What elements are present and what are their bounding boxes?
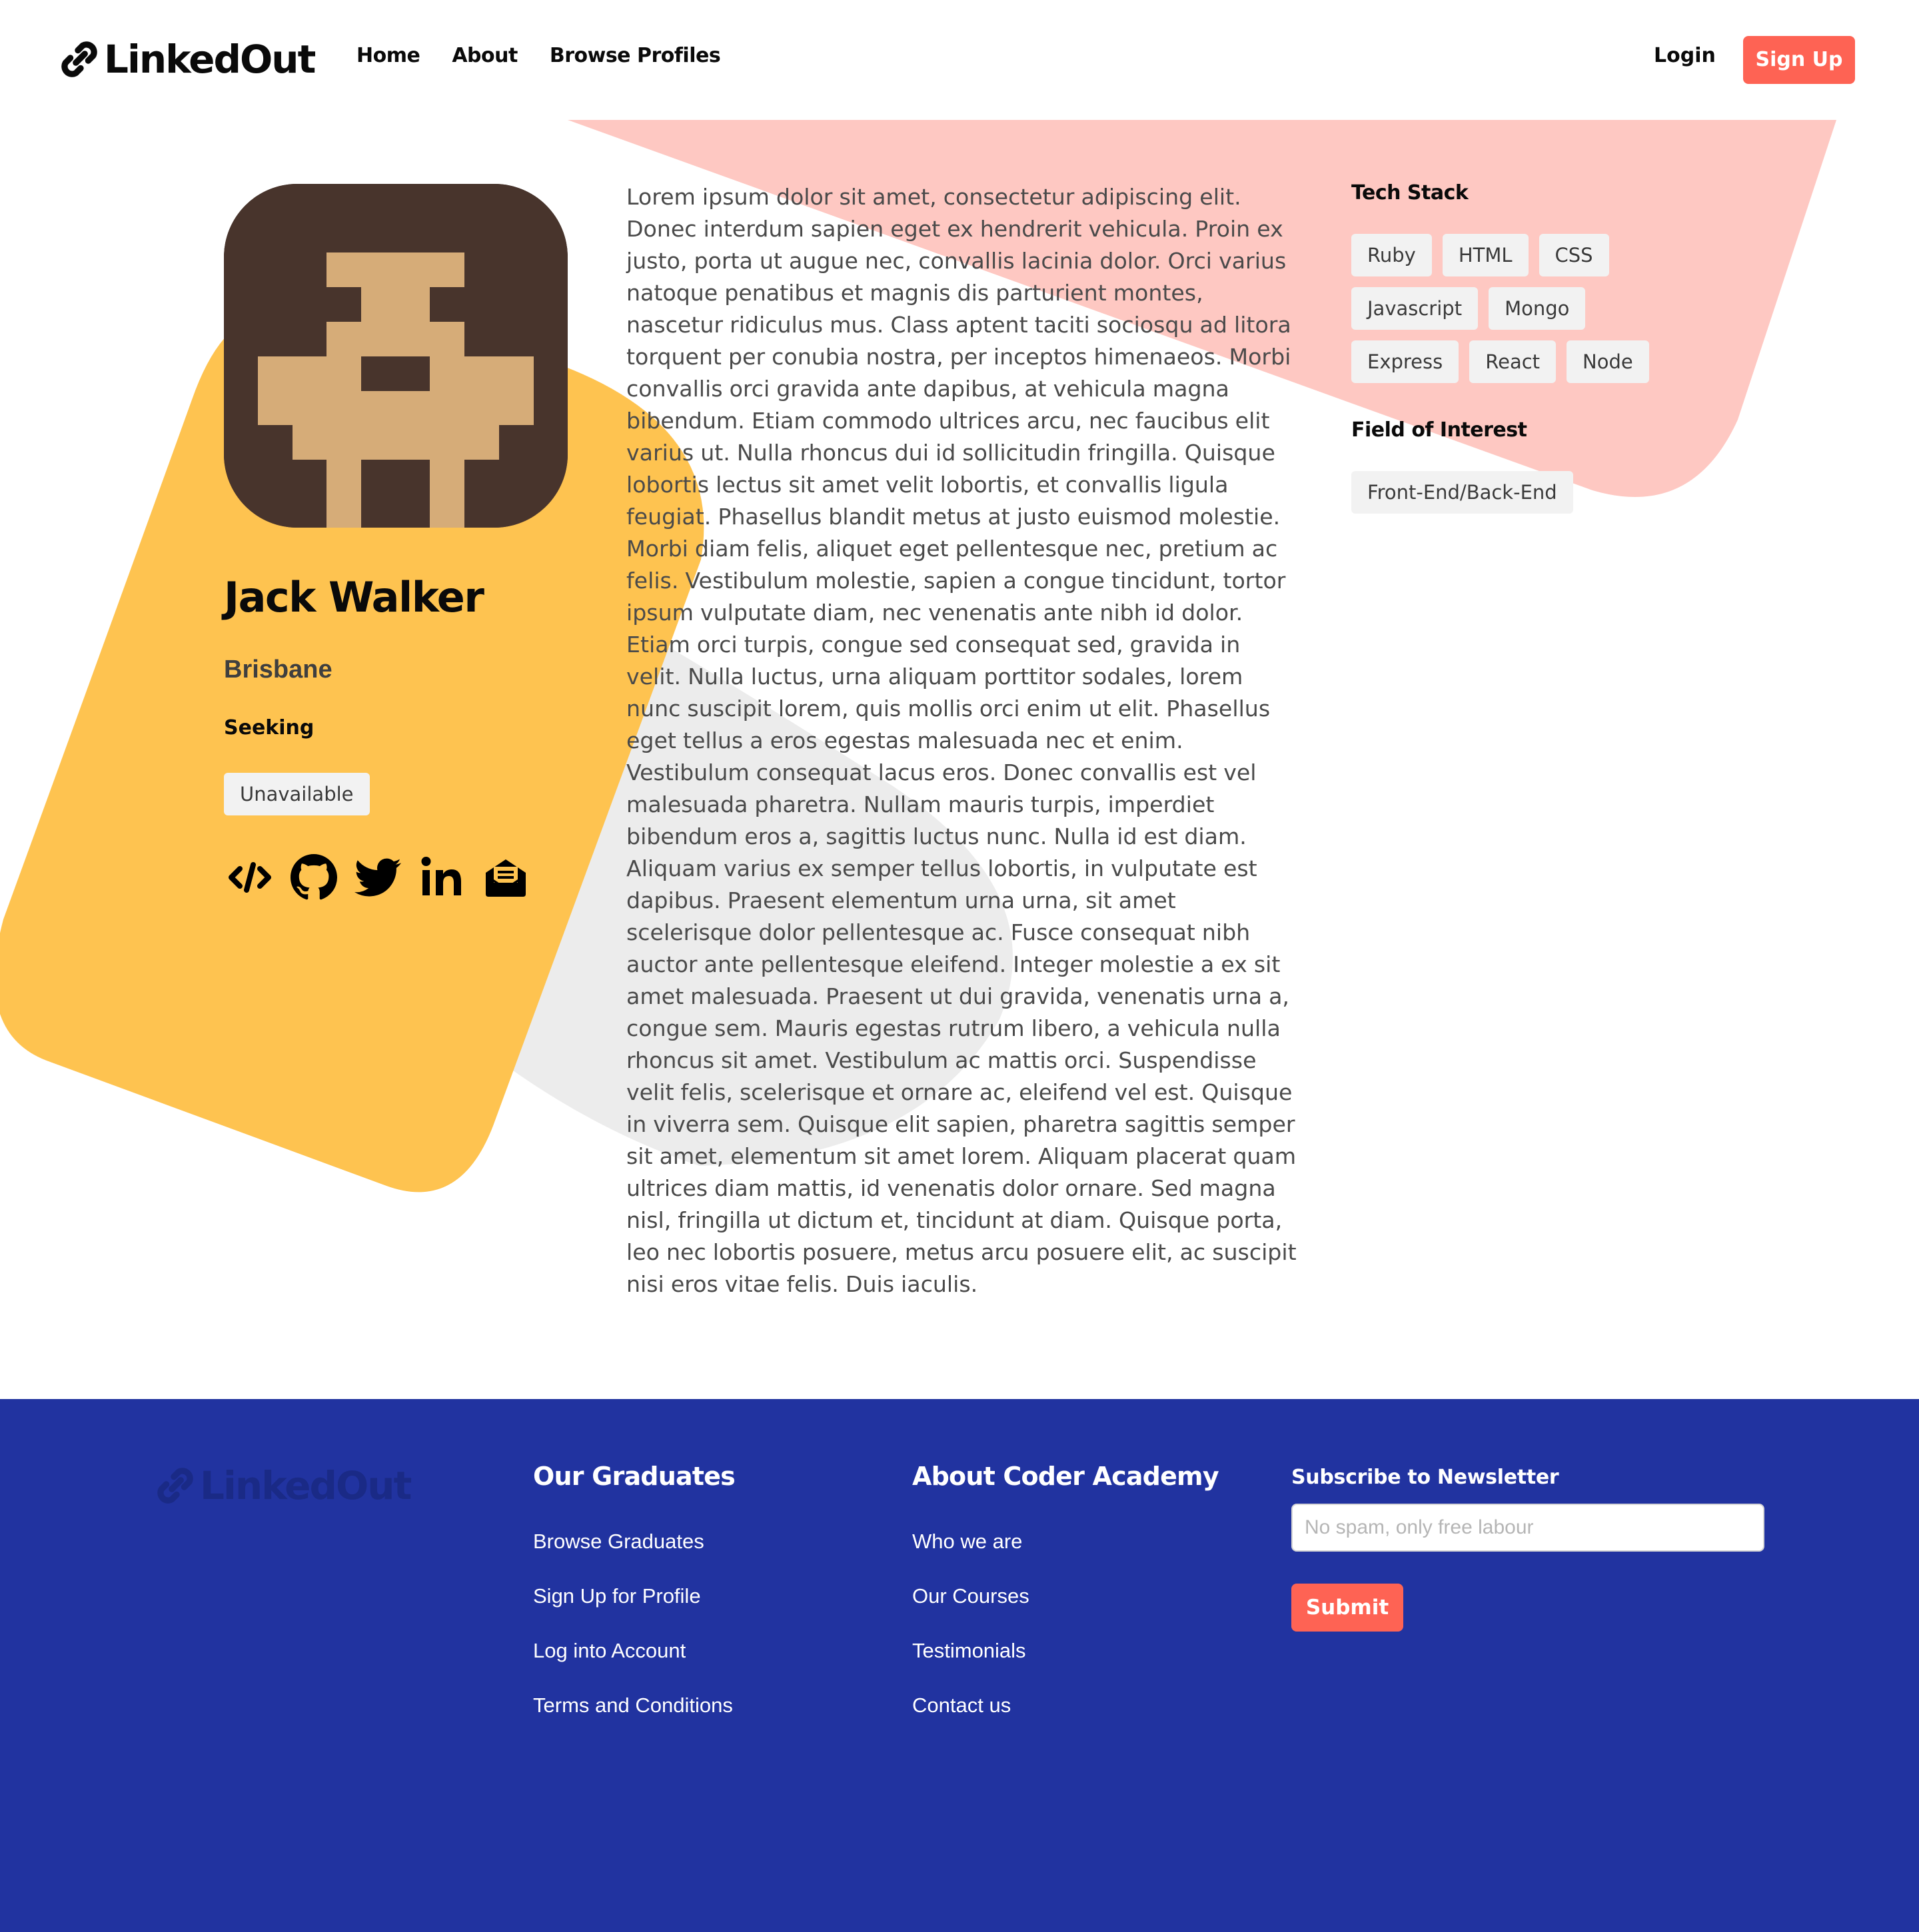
- newsletter-heading: Subscribe to Newsletter: [1291, 1466, 1559, 1489]
- nav-link-browse-profiles[interactable]: Browse Profiles: [550, 44, 721, 67]
- footer-link-who-we-are[interactable]: Who we are: [912, 1530, 1219, 1584]
- availability-status-badge: Unavailable: [224, 773, 370, 815]
- twitter-icon: [354, 858, 401, 897]
- linkedin-link[interactable]: [418, 854, 465, 901]
- tech-stack-heading: Tech Stack: [1351, 181, 1469, 205]
- signup-button[interactable]: Sign Up: [1743, 36, 1855, 84]
- email-link[interactable]: [482, 854, 529, 901]
- tech-tag: React: [1469, 340, 1557, 383]
- footer-link-contact-us[interactable]: Contact us: [912, 1693, 1219, 1748]
- profile-name: Jack Walker: [224, 573, 484, 622]
- tech-tag: Node: [1567, 340, 1649, 383]
- field-of-interest-section: Field of Interest Front-End/Back-End: [1351, 418, 1698, 514]
- footer-link-testimonials[interactable]: Testimonials: [912, 1639, 1219, 1693]
- login-link[interactable]: Login: [1654, 44, 1716, 67]
- footer-about-column: About Coder Academy Who we are Our Cours…: [912, 1462, 1219, 1748]
- brand-logo-link[interactable]: LinkedOut: [57, 33, 316, 85]
- tech-tag: Express: [1351, 340, 1459, 383]
- nav-link-home[interactable]: Home: [356, 44, 420, 67]
- profile-location: Brisbane: [224, 656, 332, 684]
- profile-avatar: [224, 184, 568, 528]
- footer-link-sign-up-profile[interactable]: Sign Up for Profile: [533, 1584, 735, 1639]
- github-icon: [291, 854, 337, 900]
- tech-tag: Mongo: [1489, 287, 1586, 330]
- top-navbar: LinkedOut Home About Browse Profiles Log…: [0, 0, 1919, 120]
- nav-link-about[interactable]: About: [452, 44, 518, 67]
- newsletter-form: Subscribe to Newsletter Submit: [1291, 1466, 1764, 1632]
- tech-stack-tags: Ruby HTML CSS Javascript Mongo Express R…: [1351, 234, 1698, 383]
- footer-link-browse-graduates[interactable]: Browse Graduates: [533, 1530, 735, 1584]
- footer-link-terms[interactable]: Terms and Conditions: [533, 1693, 735, 1748]
- footer-about-heading: About Coder Academy: [912, 1462, 1219, 1491]
- portfolio-link[interactable]: [227, 854, 273, 901]
- main-nav: Home About Browse Profiles: [356, 44, 721, 67]
- newsletter-submit-button[interactable]: Submit: [1291, 1584, 1403, 1632]
- site-footer: LinkedOut Our Graduates Browse Graduates…: [0, 1399, 1919, 1932]
- footer-graduates-heading: Our Graduates: [533, 1462, 736, 1491]
- seeking-label: Seeking: [224, 716, 315, 739]
- tech-tag: Ruby: [1351, 234, 1432, 276]
- pixel-avatar-image: [224, 184, 568, 528]
- link-icon: [61, 41, 97, 77]
- newsletter-email-input[interactable]: [1291, 1504, 1764, 1552]
- tech-tag: HTML: [1442, 234, 1529, 276]
- github-link[interactable]: [291, 854, 337, 901]
- field-of-interest-heading: Field of Interest: [1351, 418, 1527, 442]
- field-of-interest-tags: Front-End/Back-End: [1351, 471, 1698, 514]
- link-icon: [157, 1468, 193, 1504]
- tech-tag: Javascript: [1351, 287, 1479, 330]
- tech-tag: CSS: [1539, 234, 1609, 276]
- social-links: [227, 854, 529, 901]
- twitter-link[interactable]: [354, 854, 401, 901]
- email-icon: [486, 859, 526, 897]
- footer-graduates-column: Our Graduates Browse Graduates Sign Up f…: [533, 1462, 736, 1748]
- footer-brand-logo[interactable]: LinkedOut: [153, 1463, 412, 1508]
- code-icon: [229, 862, 271, 893]
- footer-brand-name: LinkedOut: [200, 1463, 412, 1508]
- linkedin-icon: [421, 857, 461, 895]
- profile-bio: Lorem ipsum dolor sit amet, consectetur …: [626, 184, 1297, 1297]
- tech-stack-section: Tech Stack Ruby HTML CSS Javascript Mong…: [1351, 181, 1698, 383]
- footer-link-log-into-account[interactable]: Log into Account: [533, 1639, 735, 1693]
- brand-name: LinkedOut: [104, 37, 316, 82]
- field-tag: Front-End/Back-End: [1351, 471, 1573, 514]
- footer-link-our-courses[interactable]: Our Courses: [912, 1584, 1219, 1639]
